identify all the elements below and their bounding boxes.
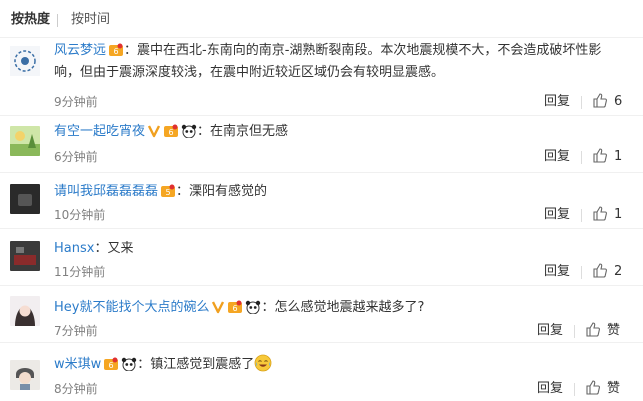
username-link[interactable]: 有空一起吃宵夜: [54, 124, 145, 139]
comment-time: 11分钟前: [54, 265, 106, 279]
avatar[interactable]: [10, 360, 40, 390]
avatar[interactable]: [10, 126, 40, 156]
username-link[interactable]: Hansx: [54, 241, 94, 256]
comment-text: ：溧阳有感觉的: [176, 184, 268, 199]
avatar[interactable]: [10, 241, 40, 271]
svg-text:6: 6: [168, 128, 173, 137]
like-thumb-icon[interactable]: [585, 321, 601, 341]
username-link[interactable]: w米琪w: [54, 357, 101, 372]
comment-panel: { "sort": { "hot": "按热度", "time": "按时间" …: [0, 0, 643, 401]
like-label[interactable]: 赞: [607, 323, 620, 339]
username-link[interactable]: 请叫我邱磊磊磊磊: [54, 184, 158, 199]
avatar[interactable]: [10, 184, 40, 214]
vip-badge-icon: 6: [103, 357, 119, 379]
avatar[interactable]: [10, 46, 40, 76]
comment-text: ：又来: [94, 241, 134, 256]
vip-badge-icon: 6: [163, 124, 179, 146]
svg-text:6: 6: [233, 304, 238, 313]
comment-item: 请叫我邱磊磊磊磊 5 ：溧阳有感觉的 10分钟前 回复 1: [0, 173, 643, 229]
comment-text-continued: 响，但由于震源深度较浅，在震中附近较近区域仍会有较明显震感。: [54, 65, 445, 80]
reply-button[interactable]: 回复: [537, 323, 563, 339]
comment-item: 有空一起吃宵夜 6 ：在南京但无感 6分钟前 回复 1: [0, 116, 643, 173]
like-thumb-icon[interactable]: [592, 147, 608, 167]
sort-bar: 按热度 按时间: [0, 0, 643, 38]
username-link[interactable]: 风云梦远: [54, 43, 106, 58]
comment-time: 7分钟前: [54, 324, 98, 338]
action-divider: [574, 383, 575, 396]
like-count: 6: [614, 94, 623, 109]
username-link[interactable]: Hey就不能找个大点的碗么: [54, 300, 209, 315]
reply-button[interactable]: 回复: [544, 94, 570, 110]
vip-badge-icon: 6: [227, 300, 243, 322]
comment-text: ：镇江感觉到震感了: [137, 357, 255, 372]
comment-item: Hansx：又来 11分钟前 回复 2: [0, 229, 643, 286]
reply-button[interactable]: 回复: [537, 381, 563, 397]
like-count: 1: [614, 149, 623, 164]
action-divider: [574, 325, 575, 338]
action-divider: [581, 96, 582, 109]
comment-item: Hey就不能找个大点的碗么 6 ：怎么感觉地震越来越多了? 7分钟前 回复 赞: [0, 286, 643, 343]
comment-item: 风云梦远 6 ：震中在西北-东南向的南京-湖熟断裂南段。本次地震规模不大，不会造成破…: [0, 38, 643, 116]
verified-v-icon: [211, 300, 225, 322]
panda-badge-icon: [245, 300, 261, 322]
like-thumb-icon[interactable]: [592, 92, 608, 112]
action-divider: [581, 209, 582, 222]
svg-text:6: 6: [113, 47, 118, 56]
reply-button[interactable]: 回复: [544, 207, 570, 223]
like-thumb-icon[interactable]: [592, 205, 608, 225]
action-divider: [581, 266, 582, 279]
verified-v-icon: [147, 124, 161, 146]
like-label[interactable]: 赞: [607, 381, 620, 397]
avatar[interactable]: [10, 296, 40, 326]
panda-badge-icon: [121, 357, 137, 379]
svg-text:5: 5: [165, 188, 170, 197]
sort-divider: [57, 14, 58, 27]
comment-time: 8分钟前: [54, 382, 98, 396]
svg-text:6: 6: [109, 361, 114, 370]
vip-badge-icon: 5: [160, 184, 176, 206]
panda-badge-icon: [181, 124, 197, 146]
like-thumb-icon[interactable]: [592, 262, 608, 282]
like-thumb-icon[interactable]: [585, 379, 601, 399]
sort-by-hot-tab[interactable]: 按热度: [11, 12, 50, 28]
comment-text: ：在南京但无感: [197, 124, 289, 139]
like-count: 1: [614, 207, 623, 222]
comment-text: ：震中在西北-东南向的南京-湖熟断裂南段。本次地震规模不大，不会造成破坏性影: [124, 43, 602, 58]
comment-item: w米琪w 6 ：镇江感觉到震感了 8分钟前 回复 赞: [0, 343, 643, 401]
reply-button[interactable]: 回复: [544, 264, 570, 280]
action-divider: [581, 151, 582, 164]
comment-text: ：怎么感觉地震越来越多了?: [261, 300, 425, 315]
comment-time: 9分钟前: [54, 95, 98, 109]
comment-time: 10分钟前: [54, 208, 106, 222]
like-count: 2: [614, 264, 623, 279]
comment-time: 6分钟前: [54, 150, 98, 164]
sort-by-time-tab[interactable]: 按时间: [71, 12, 110, 28]
reply-button[interactable]: 回复: [544, 149, 570, 165]
laugh-cry-emoji-icon: [254, 354, 272, 380]
